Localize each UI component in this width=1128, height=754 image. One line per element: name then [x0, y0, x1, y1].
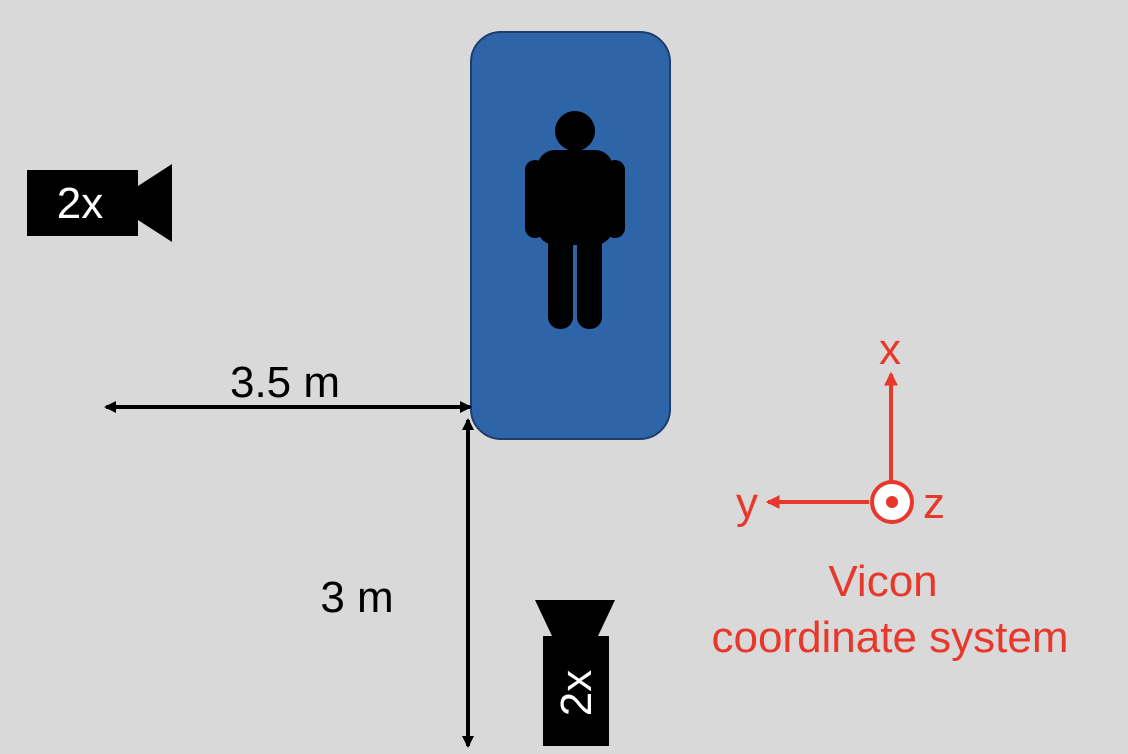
left-camera: 2x: [27, 164, 172, 242]
vertical-dimension: 3 m: [320, 418, 474, 748]
horizontal-dimension: 3.5 m: [104, 358, 472, 413]
bottom-camera-lens: [535, 600, 615, 636]
bottom-camera: 2x: [535, 600, 615, 746]
vertical-dimension-label: 3 m: [320, 573, 393, 622]
y-axis-label: y: [736, 479, 758, 528]
z-axis-dot: [886, 496, 898, 508]
horizontal-dimension-label: 3.5 m: [230, 358, 340, 407]
left-camera-count: 2x: [57, 179, 103, 228]
caption-line-1: Vicon: [828, 557, 937, 606]
capture-setup-diagram: 2x 3.5 m 3 m 2x x y z Vicon coordinate s…: [27, 31, 1069, 748]
z-axis-label: z: [923, 479, 945, 528]
caption-line-2: coordinate system: [711, 613, 1068, 662]
left-camera-lens: [138, 164, 172, 242]
bottom-camera-count: 2x: [552, 670, 601, 716]
subject-area: [470, 31, 671, 440]
coordinate-system: x y z Vicon coordinate system: [711, 325, 1068, 662]
x-axis-label: x: [879, 325, 901, 374]
